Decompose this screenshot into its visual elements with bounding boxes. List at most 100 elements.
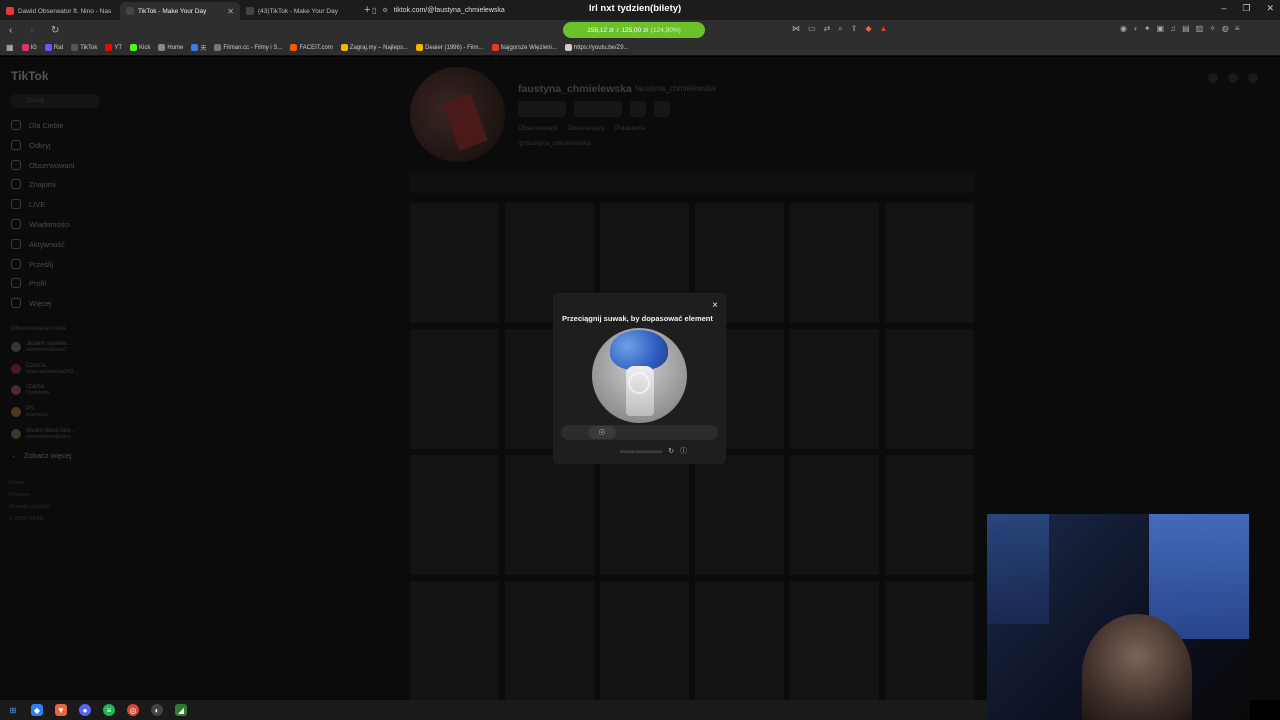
restore-icon[interactable]: ❐: [1242, 3, 1250, 14]
followed-account[interactable]: Czarna... czarnawiedzma343...: [11, 363, 78, 375]
video-thumb[interactable]: [410, 455, 499, 575]
app-icon[interactable]: ◢: [175, 704, 187, 716]
video-thumb[interactable]: [410, 581, 499, 701]
bookmark-item[interactable]: Kick: [130, 44, 150, 51]
bookmark-item[interactable]: YT: [105, 44, 122, 51]
discord-icon[interactable]: ●: [79, 704, 91, 716]
video-thumb[interactable]: [505, 455, 594, 575]
video-thumb[interactable]: [885, 455, 974, 575]
video-thumb[interactable]: [600, 455, 689, 575]
close-icon[interactable]: ×: [712, 300, 718, 311]
sidebar-item-more[interactable]: Więcej: [11, 298, 52, 308]
info-icon[interactable]: ⓘ: [680, 446, 687, 456]
extensions-icon[interactable]: ✦: [1144, 24, 1151, 33]
sidebar-item-explore[interactable]: Odkryj: [11, 140, 51, 150]
screenshot-icon[interactable]: ▭: [808, 24, 816, 34]
bookmark-item[interactable]: Rat: [44, 44, 63, 51]
bookmark-item[interactable]: Zagraj.my – Najleps...: [340, 44, 408, 51]
bookmark-item[interactable]: Home: [158, 44, 183, 51]
video-thumb[interactable]: [885, 329, 974, 449]
user-avatar[interactable]: [1248, 73, 1258, 83]
stat-following[interactable]: Obserwowani: [518, 125, 557, 132]
brave-icon[interactable]: ▼: [55, 704, 67, 716]
menu-icon[interactable]: ≡: [1235, 24, 1240, 33]
tab-tiktok-2[interactable]: (43)TikTok - Make Your Day: [240, 2, 360, 20]
followed-account[interactable]: PS pszpszsz: [11, 406, 49, 418]
ext-audio-icon[interactable]: ◖: [1133, 24, 1138, 33]
stat-followers[interactable]: Obserwujący: [567, 125, 605, 132]
footer-link[interactable]: Program: [9, 492, 30, 498]
minimize-icon[interactable]: –: [1221, 3, 1226, 14]
site-info-icon[interactable]: ⚙: [382, 7, 387, 14]
followed-account[interactable]: Alvaro disco tani... mmsoinestatyczny: [11, 428, 75, 440]
video-thumb[interactable]: [695, 455, 784, 575]
sidebar-item-messages[interactable]: Wiadomości: [11, 219, 70, 229]
zoom-icon[interactable]: ⌕: [838, 24, 842, 34]
obs-icon[interactable]: ◐: [151, 704, 163, 716]
close-window-icon[interactable]: ✕: [1266, 3, 1274, 14]
video-thumb[interactable]: [505, 581, 594, 701]
bookmark-item[interactable]: 天: [191, 43, 206, 52]
followed-account[interactable]: czarna f2wioletta: [11, 384, 49, 396]
inbox-icon[interactable]: [1228, 73, 1238, 83]
tiktok-logo[interactable]: TikTok: [11, 69, 49, 83]
share-profile-button[interactable]: [654, 101, 670, 117]
bookmark-item[interactable]: IG: [21, 44, 37, 51]
ai-icon[interactable]: ✧: [1209, 24, 1216, 33]
close-tab-icon[interactable]: ✕: [227, 7, 234, 16]
slider-handle[interactable]: ☉: [588, 426, 616, 439]
bookmark-icon[interactable]: ▯: [372, 6, 376, 15]
see-more-link[interactable]: ⌄ Zobacz więcej: [11, 451, 72, 460]
app-icon[interactable]: ◆: [31, 704, 43, 716]
bookmark-item[interactable]: FACEIT.com: [290, 44, 333, 51]
start-icon[interactable]: ⊞: [7, 704, 19, 716]
share-icon[interactable]: ⇪: [851, 24, 858, 34]
video-thumb[interactable]: [790, 455, 879, 575]
video-thumb[interactable]: [410, 203, 499, 323]
search-input[interactable]: Szukaj: [10, 94, 100, 108]
new-tab-button[interactable]: +: [364, 4, 370, 16]
back-icon[interactable]: ‹: [9, 25, 21, 36]
url-field[interactable]: ▯ ⚙ tiktok.com/@faustyna_chmielewska: [372, 3, 792, 17]
bookmark-item[interactable]: Filman.cc - Filmy i S...: [214, 44, 282, 51]
video-thumb[interactable]: [600, 581, 689, 701]
follow-button[interactable]: [518, 101, 566, 117]
tab-youtube[interactable]: Dawid Obserwator ft. Nino - Nas: [0, 2, 120, 20]
refresh-icon[interactable]: ↻: [668, 447, 674, 455]
music-icon[interactable]: ♫: [1170, 24, 1176, 33]
bookmark-item[interactable]: Najgorsze Więzieni...: [491, 44, 557, 51]
video-thumb[interactable]: [790, 581, 879, 701]
video-thumb[interactable]: [885, 581, 974, 701]
sidebar-item-live[interactable]: LIVE: [11, 199, 45, 209]
ext-eye-icon[interactable]: ◉: [1120, 24, 1127, 33]
footer-link[interactable]: Warunki i polityki: [9, 504, 50, 510]
bookmark-item[interactable]: TikTok: [71, 44, 97, 51]
video-thumb[interactable]: [790, 203, 879, 323]
add-friend-button[interactable]: [630, 101, 646, 117]
rewards-icon[interactable]: ▲: [880, 24, 888, 34]
coins-icon[interactable]: [1208, 73, 1218, 83]
sidebar-item-profile[interactable]: Profil: [11, 278, 46, 288]
video-thumb[interactable]: [885, 203, 974, 323]
followed-account[interactable]: Jestem sowww... usertmsh0kxwz7: [11, 341, 71, 353]
video-thumb[interactable]: [410, 329, 499, 449]
apps-grid-icon[interactable]: ▦: [6, 43, 14, 52]
sidebar-item-for-you[interactable]: Dla Ciebie: [11, 120, 64, 130]
sidebar-item-activity[interactable]: Aktywność: [11, 239, 65, 249]
sidebar-item-following[interactable]: Obserwowani: [11, 160, 74, 170]
bookmark-item[interactable]: Dealer (1996) - Film...: [416, 44, 484, 51]
video-thumb[interactable]: [790, 329, 879, 449]
reload-icon[interactable]: ↻: [51, 25, 63, 36]
vpn-icon[interactable]: ◍: [1222, 24, 1229, 33]
wallet-icon[interactable]: ▥: [1196, 24, 1204, 33]
message-button[interactable]: [574, 101, 622, 117]
reader-icon[interactable]: ⋈: [792, 24, 800, 34]
sidebar-item-upload[interactable]: Prześlij: [11, 259, 53, 269]
video-thumb[interactable]: [695, 581, 784, 701]
chrome-icon[interactable]: ◎: [127, 704, 139, 716]
ext-window-icon[interactable]: ▣: [1157, 24, 1165, 33]
brave-shield-icon[interactable]: ◆: [865, 24, 871, 34]
bookmark-item[interactable]: https://youtu.be/Z9...: [564, 44, 629, 51]
footer-link[interactable]: Firma: [9, 480, 23, 486]
forward-icon[interactable]: ›: [30, 25, 42, 36]
